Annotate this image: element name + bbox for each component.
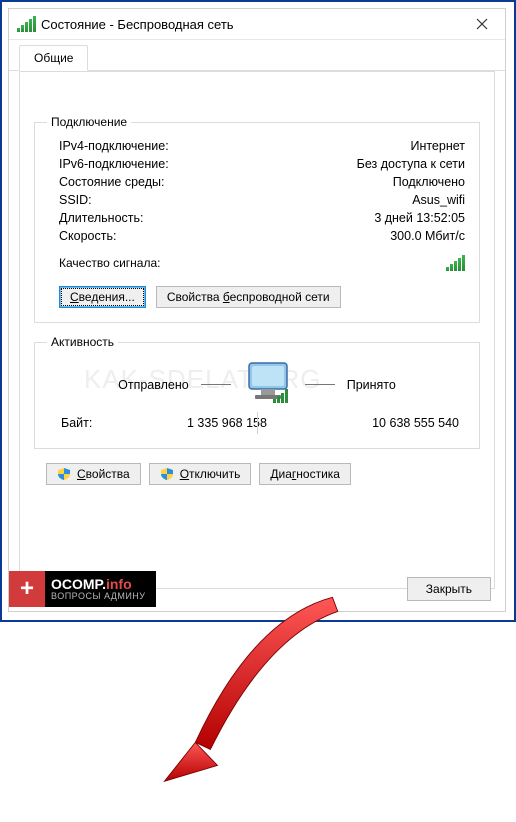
kv-key: SSID: (59, 193, 92, 207)
bytes-divider (257, 412, 258, 434)
connection-group: Подключение IPv4-подключение: Интернет I… (34, 115, 480, 323)
disable-button[interactable]: Отключить (149, 463, 252, 485)
outer-border: Состояние - Беспроводная сеть Общие KAK-… (0, 0, 516, 622)
kv-value: 300.0 Мбит/с (390, 229, 465, 243)
kv-value: Интернет (410, 139, 465, 153)
sent-label: Отправлено (118, 378, 189, 392)
kv-value: Asus_wifi (412, 193, 465, 207)
signal-quality-label: Качество сигнала: (59, 256, 160, 270)
connector-line (305, 384, 335, 385)
connection-buttons-row: Сведения... Свойства беспроводной сети (47, 278, 467, 310)
bytes-label: Байт: (61, 416, 92, 430)
properties-button-label: Свойства (77, 467, 130, 481)
kv-key: Состояние среды: (59, 175, 164, 189)
tab-strip: Общие (9, 40, 505, 71)
kv-duration: Длительность: 3 дней 13:52:05 (47, 209, 467, 227)
kv-key: Скорость: (59, 229, 116, 243)
kv-key: IPv6-подключение: (59, 157, 169, 171)
kv-ipv4: IPv4-подключение: Интернет (47, 137, 467, 155)
tab-general[interactable]: Общие (19, 45, 88, 71)
activity-visualization: Отправлено (47, 357, 467, 414)
window-title: Состояние - Беспроводная сеть (41, 17, 234, 32)
connection-legend: Подключение (47, 115, 131, 129)
kv-value: 3 дней 13:52:05 (374, 211, 465, 225)
bytes-sent-value: 1 335 968 158 (187, 416, 267, 430)
annotation-arrow (134, 592, 354, 822)
bytes-received-value: 10 638 555 540 (372, 416, 459, 430)
properties-button[interactable]: Свойства (46, 463, 141, 485)
badge-text: OCOMP.info ВОПРОСЫ АДМИНУ (51, 577, 146, 601)
activity-legend: Активность (47, 335, 118, 349)
badge-plus-icon: + (9, 571, 45, 607)
received-label: Принято (347, 378, 396, 392)
kv-key: Длительность: (59, 211, 144, 225)
close-dialog-button[interactable]: Закрыть (407, 577, 491, 601)
monitor-icon (243, 361, 293, 408)
wireless-properties-button[interactable]: Свойства беспроводной сети (156, 286, 341, 308)
shield-icon (57, 467, 71, 481)
title-bar: Состояние - Беспроводная сеть (9, 9, 505, 40)
kv-ssid: SSID: Asus_wifi (47, 191, 467, 209)
badge-l1a: OCOMP. (51, 576, 106, 592)
diagnose-button[interactable]: Диагностика (259, 463, 351, 485)
tab-content: KAK-SDELAT.ORG Подключение IPv4-подключе… (19, 71, 495, 589)
kv-value: Подключено (393, 175, 465, 189)
disable-button-label: Отключить (180, 467, 241, 481)
badge-l1b: info (106, 576, 132, 592)
action-buttons-row: Свойства Отключить Диагностика (34, 461, 480, 487)
wireless-properties-label: Свойства беспроводной сети (167, 290, 330, 304)
diagnose-button-label: Диагностика (270, 467, 340, 481)
signal-quality-row: Качество сигнала: (47, 245, 467, 278)
shield-icon (160, 467, 174, 481)
dialog-window: Состояние - Беспроводная сеть Общие KAK-… (8, 8, 506, 612)
details-button[interactable]: Сведения... (59, 286, 146, 308)
signal-quality-icon (446, 251, 465, 274)
connector-line (201, 384, 231, 385)
close-icon (476, 18, 488, 30)
kv-ipv6: IPv6-подключение: Без доступа к сети (47, 155, 467, 173)
dialog-bottom-bar: Закрыть (407, 577, 491, 601)
kv-value: Без доступа к сети (357, 157, 465, 171)
close-button[interactable] (467, 9, 497, 39)
site-badge: + OCOMP.info ВОПРОСЫ АДМИНУ (9, 571, 156, 607)
bytes-row: Байт: 1 335 968 158 10 638 555 540 (47, 414, 467, 432)
badge-l2: ВОПРОСЫ АДМИНУ (51, 592, 146, 601)
details-button-label: Сведения... (70, 290, 135, 304)
kv-key: IPv4-подключение: (59, 139, 169, 153)
kv-speed: Скорость: 300.0 Мбит/с (47, 227, 467, 245)
kv-media-state: Состояние среды: Подключено (47, 173, 467, 191)
signal-icon (17, 15, 35, 33)
activity-group: Активность Отправлено (34, 335, 480, 449)
